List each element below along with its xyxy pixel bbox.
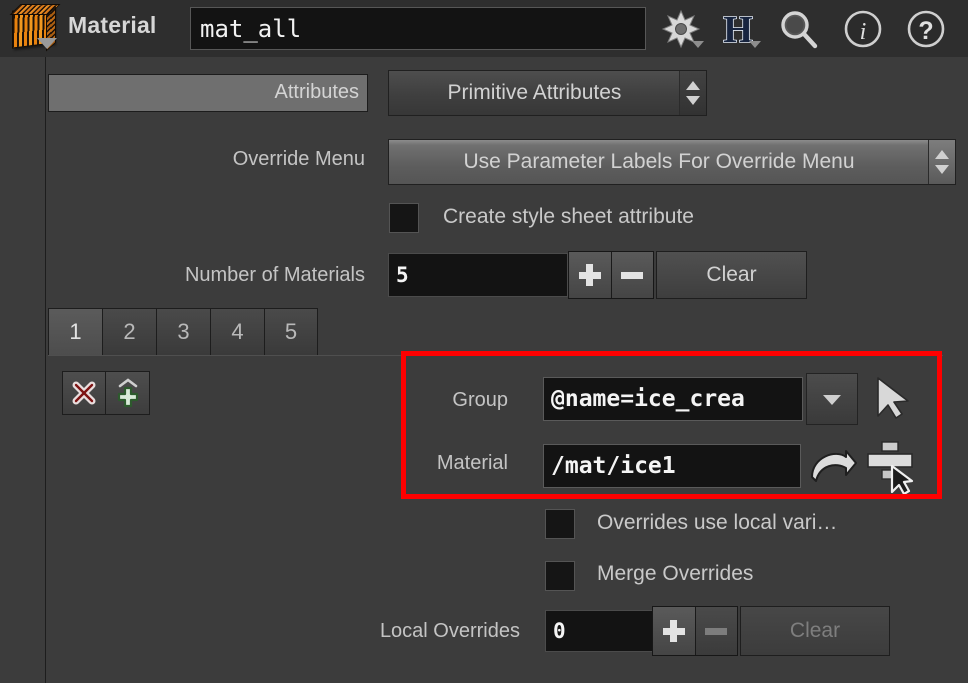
clear-materials-button[interactable]: Clear <box>656 251 807 299</box>
plus-icon-v <box>670 620 678 642</box>
local-overrides-stepper <box>652 606 738 656</box>
material-label: Material <box>436 452 508 474</box>
merge-overrides-checkbox[interactable] <box>545 561 575 591</box>
tab-material-4[interactable]: 4 <box>210 308 264 356</box>
overrides-local-vars-checkbox[interactable] <box>545 509 575 539</box>
material-node-icon[interactable] <box>9 4 61 52</box>
node-name-field[interactable] <box>190 7 646 50</box>
attributes-mode-spinner[interactable] <box>679 71 706 115</box>
number-of-materials-input[interactable] <box>389 254 567 296</box>
material-field[interactable] <box>543 444 801 488</box>
goto-arrow-icon[interactable] <box>806 441 860 491</box>
node-header-bar: Material H <box>0 0 968 58</box>
panel-left-divider <box>45 57 46 683</box>
plus-icon-v <box>586 264 594 286</box>
info-icon[interactable]: i <box>840 6 886 52</box>
attributes-mode-value: Primitive Attributes <box>447 81 622 104</box>
merge-overrides-label: Merge Overrides <box>597 562 754 585</box>
tab-material-3[interactable]: 3 <box>156 308 210 356</box>
chevron-down-icon[interactable] <box>37 38 57 49</box>
gear-icon[interactable] <box>658 6 704 52</box>
attributes-mode-combo[interactable]: Primitive Attributes <box>388 70 707 116</box>
create-style-sheet-checkbox[interactable] <box>389 203 419 233</box>
overrides-local-vars-label: Overrides use local vari… <box>597 511 838 534</box>
header-icon-group: H i ? <box>655 2 968 55</box>
override-menu-label: Override Menu <box>232 148 365 170</box>
remove-local-override-button[interactable] <box>694 607 737 655</box>
help-icon[interactable]: ? <box>903 6 949 52</box>
local-overrides-input[interactable] <box>546 611 654 651</box>
node-name-input[interactable] <box>191 8 645 49</box>
svg-text:?: ? <box>918 17 933 45</box>
houdini-logo-icon[interactable]: H <box>715 6 761 52</box>
number-of-materials-label: Number of Materials <box>184 264 365 286</box>
node-picker-icon[interactable] <box>862 438 920 496</box>
clear-local-overrides-button[interactable]: Clear <box>740 606 890 656</box>
gear-dropdown-arrow[interactable] <box>692 41 704 48</box>
minus-icon <box>705 627 728 635</box>
tab-material-1[interactable]: 1 <box>48 308 102 356</box>
multiparm-buttons <box>62 371 150 415</box>
group-input[interactable] <box>544 378 802 420</box>
cursor-arrow-icon[interactable] <box>866 372 918 424</box>
override-menu-combo[interactable]: Use Parameter Labels For Override Menu <box>388 139 956 185</box>
override-menu-spinner[interactable] <box>928 140 955 184</box>
override-menu-value: Use Parameter Labels For Override Menu <box>463 150 855 173</box>
search-icon[interactable] <box>775 6 821 52</box>
number-of-materials-field[interactable] <box>388 253 568 297</box>
material-node-parameter-panel: Material H <box>0 0 968 683</box>
group-field[interactable] <box>543 377 803 421</box>
number-of-materials-stepper <box>568 251 654 299</box>
svg-text:i: i <box>860 19 867 45</box>
tab-underline <box>48 355 943 356</box>
local-overrides-label: Local Overrides <box>379 620 520 642</box>
minus-icon <box>621 271 644 279</box>
add-material-button[interactable] <box>569 252 611 298</box>
material-input[interactable] <box>544 445 800 487</box>
tab-material-5[interactable]: 5 <box>264 308 318 356</box>
attributes-label: Attributes <box>274 81 359 103</box>
attributes-field[interactable]: Attributes <box>48 74 368 112</box>
remove-material-button[interactable] <box>610 252 653 298</box>
add-local-override-button[interactable] <box>653 607 695 655</box>
group-label: Group <box>452 389 508 411</box>
node-type-label: Material <box>68 12 157 38</box>
delete-x-icon[interactable] <box>62 371 106 415</box>
group-dropdown-button[interactable] <box>806 373 858 425</box>
tab-material-2[interactable]: 2 <box>102 308 156 356</box>
local-overrides-field[interactable] <box>545 610 655 652</box>
material-tabs: 1 2 3 4 5 <box>48 308 318 356</box>
houdini-dropdown-arrow[interactable] <box>749 41 761 48</box>
add-plus-icon[interactable] <box>106 371 150 415</box>
create-style-sheet-label: Create style sheet attribute <box>443 205 694 228</box>
